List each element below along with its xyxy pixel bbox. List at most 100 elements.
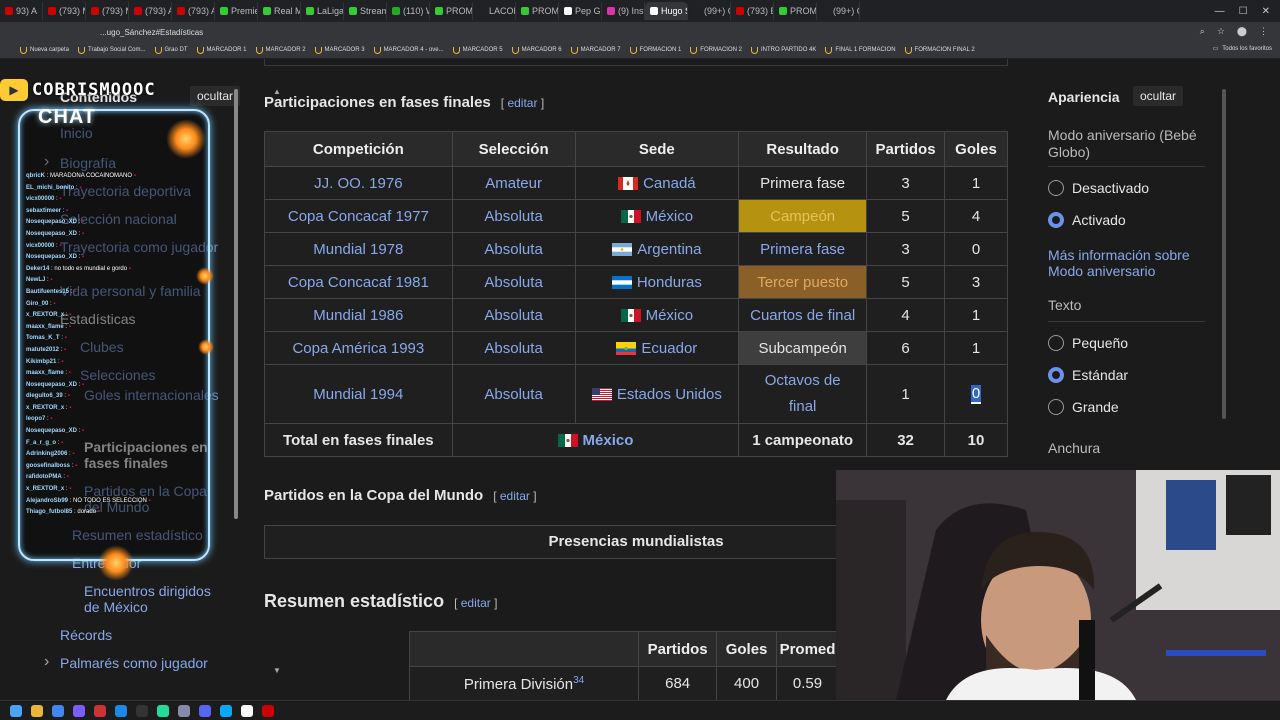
taskbar-app-icon[interactable]	[178, 704, 190, 717]
browser-tab[interactable]: (793) A	[172, 2, 215, 20]
browser-tab[interactable]: PROMI	[430, 2, 473, 20]
scroll-down-icon[interactable]: ▼	[273, 666, 281, 675]
total-selection[interactable]: México	[451, 423, 740, 457]
bookmark-item[interactable]: Trabajo Social Com...	[78, 46, 146, 54]
browser-tab[interactable]: PROMI	[774, 2, 817, 20]
extensions-icon[interactable]: ⬤	[1237, 26, 1247, 37]
edit-link[interactable]: editar	[507, 96, 537, 110]
address-bar[interactable]: ...ugo_Sánchez#Estadísticas ⌕ ☆ ⬤ ⋮	[0, 22, 1280, 42]
competition-link[interactable]: Mundial 1978	[264, 232, 453, 266]
browser-tab[interactable]: (99+) C	[817, 2, 860, 20]
taskbar-app-icon[interactable]	[136, 704, 148, 717]
column-header[interactable]: Goles	[944, 131, 1008, 167]
selection-link[interactable]: Absoluta	[451, 331, 576, 365]
selection-link[interactable]: Absoluta	[451, 364, 576, 424]
url-text[interactable]: ...ugo_Sánchez#Estadísticas	[100, 28, 203, 37]
toc-item[interactable]: Palmarés como jugador	[60, 655, 220, 671]
taskbar-app-icon[interactable]	[220, 704, 232, 717]
competition-link[interactable]: Copa Concacaf 1977	[264, 199, 453, 233]
taskbar-app-icon[interactable]	[262, 704, 274, 717]
selected-cell-text[interactable]: 0	[970, 384, 982, 404]
edit-link[interactable]: editar	[500, 489, 530, 503]
appearance-hide-button[interactable]: ocultar	[1133, 86, 1184, 106]
bookmark-item[interactable]: FINAL 1 FORMACION	[825, 46, 896, 54]
host-link[interactable]: Argentina	[574, 232, 740, 266]
radio-icon[interactable]	[1048, 367, 1064, 383]
selection-link[interactable]: Amateur	[451, 166, 576, 200]
browser-tab[interactable]: (793) M	[43, 2, 86, 20]
browser-tab[interactable]: (9) Insta	[602, 2, 645, 20]
bookmark-item[interactable]: MARCADOR 3	[314, 46, 365, 54]
bookmark-item[interactable]: MARCADOR 1	[196, 46, 247, 54]
result-cell[interactable]: Cuartos de final	[738, 298, 868, 332]
browser-tab[interactable]: Hugo S	[645, 2, 688, 20]
taskbar-app-icon[interactable]	[157, 704, 169, 717]
taskbar-app-icon[interactable]	[94, 704, 106, 717]
right-scrollbar[interactable]	[1222, 89, 1226, 419]
toc-item[interactable]: Récords	[60, 627, 220, 643]
browser-tab[interactable]: (793) A	[129, 2, 172, 20]
toc-scrollbar[interactable]	[234, 89, 238, 519]
column-header[interactable]: Resultado	[738, 131, 868, 167]
browser-tab[interactable]: (110) W	[387, 2, 430, 20]
browser-tab[interactable]: Pep Gu	[559, 2, 602, 20]
radio-icon[interactable]	[1048, 335, 1064, 351]
competition-link[interactable]: JJ. OO. 1976	[264, 166, 453, 200]
maximize-icon[interactable]: ☐	[1239, 6, 1248, 17]
bookmark-item[interactable]: MARCADOR 2	[255, 46, 306, 54]
host-link[interactable]: Estados Unidos	[574, 364, 740, 424]
taskbar-app-icon[interactable]	[199, 704, 211, 717]
taskbar-app-icon[interactable]	[115, 704, 127, 717]
toc-hide-button[interactable]: ocultar	[190, 86, 241, 106]
competition-link[interactable]: Copa América 1993	[264, 331, 453, 365]
zoom-icon[interactable]: ⌕	[1200, 26, 1205, 37]
taskbar-app-icon[interactable]	[241, 704, 253, 717]
radio-desactivado[interactable]: Desactivado	[1048, 180, 1149, 196]
selection-link[interactable]: Absoluta	[451, 232, 576, 266]
selection-link[interactable]: Absoluta	[451, 298, 576, 332]
taskbar-app-icon[interactable]	[10, 704, 22, 717]
bookmark-item[interactable]: MARCADOR 6	[511, 46, 562, 54]
browser-tab[interactable]: Real M	[258, 2, 301, 20]
result-cell[interactable]: Octavos de final	[738, 364, 868, 424]
radio-grande[interactable]: Grande	[1048, 399, 1119, 415]
menu-icon[interactable]: ⋮	[1259, 26, 1268, 37]
browser-tab[interactable]: (99+) C	[688, 2, 731, 20]
column-header[interactable]: Sede	[574, 131, 740, 167]
host-link[interactable]: México	[574, 199, 740, 233]
reference-link[interactable]: 34	[573, 675, 584, 686]
browser-tab[interactable]: 93) A	[0, 2, 43, 20]
close-icon[interactable]: ✕	[1262, 6, 1270, 17]
competition-link[interactable]: Mundial 1994	[264, 364, 453, 424]
minimize-icon[interactable]: —	[1215, 6, 1225, 17]
taskbar-app-icon[interactable]	[73, 704, 85, 717]
host-link[interactable]: Ecuador	[574, 331, 740, 365]
competition-link[interactable]: Mundial 1986	[264, 298, 453, 332]
radio-icon[interactable]	[1048, 399, 1064, 415]
star-icon[interactable]: ☆	[1217, 26, 1225, 37]
result-cell[interactable]: Campeón	[738, 199, 868, 233]
host-link[interactable]: México	[574, 298, 740, 332]
bookmark-item[interactable]: MARCADOR 5	[452, 46, 503, 54]
radio-icon[interactable]	[1048, 180, 1064, 196]
more-info-link[interactable]: Más información sobre Modo aniversario	[1048, 247, 1218, 279]
browser-tab[interactable]: Premie	[215, 2, 258, 20]
bookmark-item[interactable]: MARCADOR 4 - ove...	[373, 46, 444, 54]
bookmark-item[interactable]: Nueva carpeta	[20, 46, 69, 54]
toc-item[interactable]: Encuentros dirigidos de México	[84, 583, 220, 615]
window-controls[interactable]: — ☐ ✕	[1215, 6, 1280, 17]
bookmark-item[interactable]: Grao DT	[154, 46, 188, 54]
chevron-right-icon[interactable]: ›	[44, 653, 49, 671]
competition-link[interactable]: Copa Concacaf 1981	[264, 265, 453, 299]
browser-tab[interactable]: LACOB	[473, 2, 516, 20]
browser-tab[interactable]: (793) M	[86, 2, 129, 20]
bookmark-item[interactable]: FORMACION FINAL 2	[904, 46, 975, 54]
selection-link[interactable]: Absoluta	[451, 265, 576, 299]
radio-estandar[interactable]: Estándar	[1048, 367, 1128, 383]
browser-tab[interactable]: PROMI	[516, 2, 559, 20]
bookmark-item[interactable]: MARCADOR 7	[570, 46, 621, 54]
taskbar-app-icon[interactable]	[31, 704, 43, 717]
radio-activado[interactable]: Activado	[1048, 212, 1126, 228]
taskbar-app-icon[interactable]	[52, 704, 64, 717]
host-link[interactable]: Honduras	[574, 265, 740, 299]
